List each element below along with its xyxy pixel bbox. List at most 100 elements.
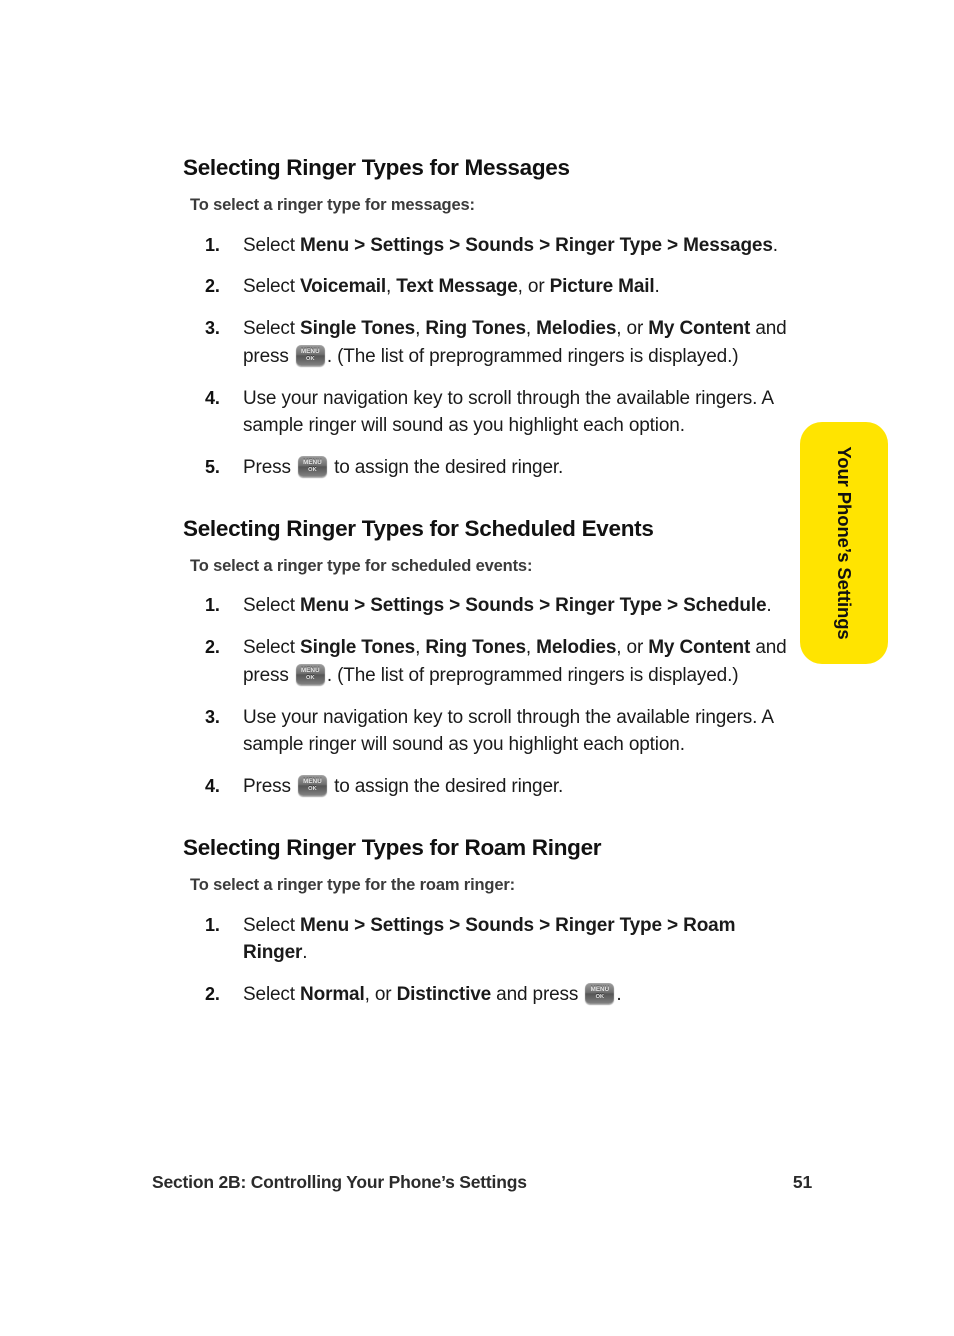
menu-ok-key-icon: MENU OK — [585, 983, 615, 1005]
step-list: 1. Select Menu > Settings > Sounds > Ring… — [183, 912, 793, 1009]
section-heading: Selecting Ringer Types for Messages — [183, 155, 570, 180]
page-content: Selecting Ringer Types for Messages To se… — [183, 155, 793, 1009]
section-intro: To select a ringer type for messages: — [190, 195, 475, 214]
step-text: Select Single Tones, Ring Tones, Melodie… — [243, 318, 787, 367]
step-text-plain: . — [302, 942, 308, 964]
step-text-emphasis: Normal — [300, 984, 365, 1006]
step-item: 4. Use your navigation key to scroll thro… — [183, 385, 793, 440]
step-text-emphasis: Single Tones — [300, 637, 416, 659]
step-number: 4. — [205, 387, 220, 408]
page-footer: Section 2B: Controlling Your Phone’s Set… — [152, 1172, 812, 1193]
step-number: 3. — [205, 318, 220, 339]
step-text-emphasis: Menu > Settings > Sounds > Ringer Type >… — [300, 595, 767, 617]
step-text: Select Menu > Settings > Sounds > Ringer… — [243, 595, 772, 616]
step-text-plain: . (The list of preprogrammed ringers is … — [326, 664, 739, 686]
step-text-plain: . (The list of preprogrammed ringers is … — [326, 345, 739, 367]
step-number: 4. — [205, 776, 220, 797]
step-text-plain: , or — [364, 984, 397, 1006]
menu-ok-key-line2: OK — [306, 355, 315, 362]
step-number: 1. — [205, 234, 220, 255]
step-text-emphasis: Melodies — [536, 318, 617, 340]
menu-ok-key-line1: MENU — [301, 347, 320, 355]
page-number: 51 — [792, 1172, 812, 1192]
step-text-plain: . — [772, 234, 778, 256]
step-text-plain: , or — [517, 276, 550, 298]
step-text-emphasis: Single Tones — [300, 318, 416, 340]
menu-ok-key-line1: MENU — [301, 666, 320, 674]
step-text: Select Menu > Settings > Sounds > Ringer… — [243, 235, 778, 256]
step-text-plain: Use your navigation key to scroll throug… — [243, 387, 773, 437]
step-text-plain: Press — [243, 457, 296, 479]
menu-ok-key-icon: MENU OK — [295, 344, 325, 366]
menu-ok-key-icon: MENU OK — [297, 456, 327, 478]
step-item: 1. Select Menu > Settings > Sounds > Ring… — [183, 232, 793, 260]
menu-ok-key-line2: OK — [308, 467, 317, 474]
step-text-plain: Use your navigation key to scroll throug… — [243, 706, 773, 756]
step-text-plain: Select — [243, 595, 301, 617]
step-text-plain: , — [415, 318, 426, 340]
step-number: 2. — [205, 637, 220, 658]
step-item: 5. Press MENU OK to assign the desired rin… — [183, 454, 793, 482]
step-number: 2. — [205, 276, 220, 297]
step-text: Press MENU OK to assign the desired ringe… — [243, 456, 564, 479]
menu-ok-key-line2: OK — [308, 786, 317, 793]
step-text-plain: , or — [616, 637, 649, 659]
step-text: Select Voicemail, Text Message, or Pictu… — [243, 276, 660, 297]
step-text-plain: Select — [243, 276, 301, 298]
step-text-plain: . — [654, 276, 660, 298]
step-item: 4. Press MENU OK to assign the desired rin… — [183, 773, 793, 801]
step-text-plain: Select — [243, 234, 301, 256]
menu-ok-key-icon: MENU OK — [297, 775, 327, 797]
step-text-plain: . — [616, 984, 622, 1006]
side-tab-label: Your Phone’s Settings — [834, 446, 855, 640]
step-text-emphasis: My Content — [648, 318, 751, 340]
step-text: Use your navigation key to scroll throug… — [243, 707, 773, 756]
step-text: Use your navigation key to scroll throug… — [243, 388, 773, 437]
step-text-emphasis: Picture Mail — [549, 276, 655, 298]
step-text-plain: to assign the desired ringer. — [328, 457, 564, 479]
step-text-plain: , — [415, 637, 426, 659]
step-text-plain: , or — [616, 318, 649, 340]
step-text-emphasis: Menu > Settings > Sounds > Ringer Type >… — [243, 914, 736, 964]
side-tab-your-phones-settings: Your Phone’s Settings — [800, 422, 888, 664]
step-item: 2. Select Voicemail, Text Message, or Pic… — [183, 273, 793, 301]
step-list: 1. Select Menu > Settings > Sounds > Ring… — [183, 232, 793, 482]
step-text: Select Single Tones, Ring Tones, Melodie… — [243, 637, 787, 686]
step-text-plain: , — [525, 637, 537, 659]
step-text-emphasis: Melodies — [536, 637, 617, 659]
menu-ok-key-line1: MENU — [590, 986, 610, 994]
menu-ok-key-line1: MENU — [303, 459, 322, 467]
step-item: 1. Select Menu > Settings > Sounds > Ring… — [183, 592, 793, 620]
section-heading: Selecting Ringer Types for Roam Ringer — [183, 834, 602, 860]
step-text-emphasis: Ring Tones — [425, 318, 526, 340]
step-item: 2. Select Normal, or Distinctive and pres… — [183, 981, 793, 1009]
step-text-plain: to assign the desired ringer. — [328, 776, 564, 798]
step-text-emphasis: Distinctive — [396, 984, 492, 1006]
step-number: 5. — [205, 457, 220, 478]
step-text-emphasis: Menu > Settings > Sounds > Ringer Type >… — [300, 234, 773, 256]
step-text-plain: Select — [243, 318, 301, 340]
step-list: 1. Select Menu > Settings > Sounds > Ring… — [183, 592, 793, 800]
step-text-emphasis: Voicemail — [300, 276, 386, 298]
step-item: 1. Select Menu > Settings > Sounds > Ring… — [183, 912, 793, 967]
step-text-emphasis: Text Message — [396, 276, 518, 298]
step-item: 2. Select Single Tones, Ring Tones, Melod… — [183, 634, 793, 689]
step-text-plain: Select — [243, 914, 301, 936]
step-item: 3. Select Single Tones, Ring Tones, Melod… — [183, 315, 793, 370]
menu-ok-key-icon: MENU OK — [295, 663, 325, 685]
menu-ok-key-line2: OK — [306, 674, 315, 681]
step-text-plain: Select — [243, 637, 301, 659]
step-text: Select Normal, or Distinctive and press … — [243, 983, 622, 1006]
section-heading: Selecting Ringer Types for Scheduled Eve… — [183, 515, 654, 541]
step-number: 3. — [205, 706, 220, 727]
step-number: 2. — [205, 984, 220, 1005]
step-text-plain: , — [525, 318, 537, 340]
menu-ok-key-line2: OK — [595, 994, 605, 1001]
section-intro: To select a ringer type for the roam rin… — [190, 875, 516, 894]
step-text-plain: , — [386, 276, 397, 298]
step-text-plain: . — [766, 595, 772, 617]
footer-section-title: Section 2B: Controlling Your Phone’s Set… — [152, 1172, 527, 1192]
step-text-emphasis: Ring Tones — [425, 637, 526, 659]
menu-ok-key-line1: MENU — [303, 778, 322, 786]
step-text: Select Menu > Settings > Sounds > Ringer… — [243, 915, 735, 964]
